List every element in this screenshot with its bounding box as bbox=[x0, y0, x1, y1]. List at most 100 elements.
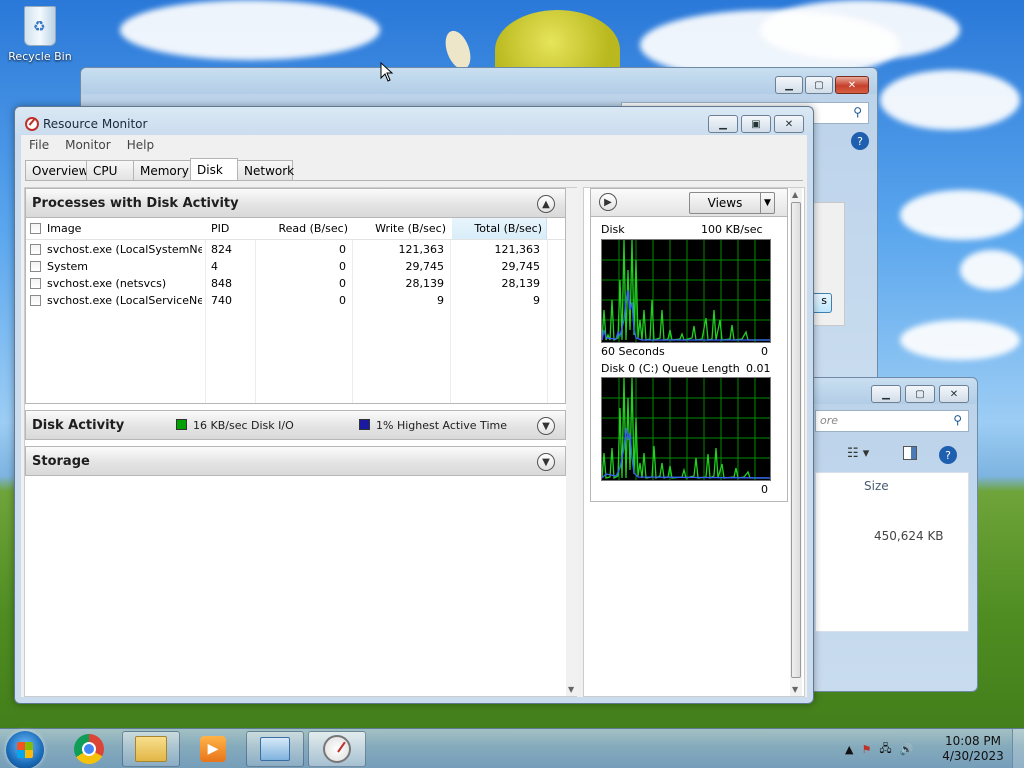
disk-graph-time-label: 60 Seconds bbox=[601, 345, 665, 358]
close-button[interactable]: ✕ bbox=[835, 76, 869, 94]
column-header-total[interactable]: Total (B/sec) bbox=[454, 218, 542, 239]
collapse-chevron-icon[interactable]: ▲ bbox=[537, 195, 555, 213]
row-image: System bbox=[47, 260, 89, 273]
select-all-checkbox[interactable] bbox=[30, 223, 41, 234]
column-header-image[interactable]: Image bbox=[30, 218, 200, 239]
preview-pane-icon[interactable] bbox=[903, 446, 917, 460]
cloud bbox=[880, 70, 1020, 130]
system-tray: ▲ ⚑ 🖧 🔊 bbox=[845, 729, 913, 768]
row-pid: 848 bbox=[211, 277, 232, 290]
maximize-button[interactable]: ▢ bbox=[805, 76, 833, 94]
table-row[interactable]: svchost.exe (netsvcs) 848 0 28,139 28,13… bbox=[26, 275, 565, 292]
row-total: 28,139 bbox=[501, 277, 541, 290]
row-write: 29,745 bbox=[405, 260, 445, 273]
column-header-read[interactable]: Read (B/sec) bbox=[258, 218, 348, 239]
table-row[interactable]: svchost.exe (LocalSystemNet... 824 0 121… bbox=[26, 241, 565, 258]
network-icon[interactable]: 🖧 bbox=[879, 740, 891, 759]
window-body: File Monitor Help Overview CPU Memory Di… bbox=[21, 135, 807, 697]
file-list: Size 450,624 KB bbox=[815, 472, 969, 632]
tab-memory[interactable]: Memory bbox=[133, 160, 191, 180]
menu-file[interactable]: File bbox=[29, 138, 49, 152]
storage-section-header[interactable]: Storage ▼ bbox=[25, 446, 566, 476]
expand-chevron-icon[interactable]: ▼ bbox=[537, 417, 555, 435]
search-icon: ⚲ bbox=[953, 413, 962, 427]
help-icon[interactable]: ? bbox=[939, 446, 957, 464]
tab-cpu[interactable]: CPU bbox=[86, 160, 134, 180]
close-button[interactable]: ✕ bbox=[939, 385, 969, 403]
taskbar-resource-monitor[interactable] bbox=[308, 731, 366, 767]
show-desktop-button[interactable] bbox=[1012, 729, 1024, 768]
queue-graph-scale: 0.01 bbox=[746, 362, 771, 375]
table-row[interactable]: svchost.exe (LocalServiceNet... 740 0 9 … bbox=[26, 292, 565, 309]
disk-graph-svg bbox=[601, 239, 770, 342]
clock[interactable]: 10:08 PM 4/30/2023 bbox=[940, 734, 1006, 764]
disk-io-legend-icon bbox=[176, 419, 187, 430]
search-box[interactable]: ore ⚲ bbox=[815, 410, 969, 432]
views-dropdown-icon[interactable]: ▼ bbox=[760, 193, 774, 213]
minimize-button[interactable]: ▁ bbox=[871, 385, 901, 403]
cloud bbox=[120, 0, 380, 60]
taskbar-chrome[interactable] bbox=[60, 731, 118, 767]
views-label: Views bbox=[707, 196, 743, 210]
row-write: 28,139 bbox=[405, 277, 445, 290]
disk-activity-section-header[interactable]: Disk Activity 16 KB/sec Disk I/O 1% High… bbox=[25, 410, 566, 440]
disk-io-label: 16 KB/sec Disk I/O bbox=[193, 419, 294, 432]
volume-icon[interactable]: 🔊 bbox=[900, 743, 914, 756]
processes-section-header[interactable]: Processes with Disk Activity ▲ bbox=[25, 188, 566, 218]
background-window-folder[interactable]: ▁ ▢ ✕ ore ⚲ ☷ ▾ ? Size 450,624 KB bbox=[808, 377, 978, 692]
scroll-up-icon[interactable]: ▲ bbox=[792, 190, 798, 199]
size-column-header[interactable]: Size bbox=[864, 479, 889, 493]
show-hidden-icons-icon[interactable]: ▲ bbox=[845, 743, 853, 756]
taskbar-control-panel[interactable] bbox=[246, 731, 304, 767]
table-row[interactable]: System 4 0 29,745 29,745 bbox=[26, 258, 565, 275]
menu-help[interactable]: Help bbox=[127, 138, 154, 152]
menu-bar: File Monitor Help bbox=[21, 135, 807, 155]
queue-length-graph bbox=[601, 377, 771, 481]
menu-monitor[interactable]: Monitor bbox=[65, 138, 111, 152]
wallpaper-leaf bbox=[440, 27, 476, 73]
scroll-down-icon[interactable]: ▼ bbox=[568, 685, 574, 694]
view-options-icon[interactable]: ☷ ▾ bbox=[847, 446, 869, 461]
taskbar-explorer[interactable] bbox=[122, 731, 180, 767]
graphs-scrollbar[interactable]: ▲ ▼ bbox=[790, 188, 802, 696]
maximize-button[interactable]: ▣ bbox=[741, 115, 771, 133]
row-checkbox[interactable] bbox=[30, 278, 41, 289]
minimize-button[interactable]: ▁ bbox=[775, 76, 803, 94]
row-checkbox[interactable] bbox=[30, 295, 41, 306]
media-player-icon: ▶ bbox=[200, 736, 226, 762]
views-button[interactable]: Views ▼ bbox=[689, 192, 775, 214]
minimize-button[interactable]: ▁ bbox=[708, 115, 738, 133]
cloud bbox=[760, 0, 960, 60]
expand-chevron-icon[interactable]: ▼ bbox=[537, 453, 555, 471]
active-time-legend-icon bbox=[359, 419, 370, 430]
help-icon[interactable]: ? bbox=[851, 132, 869, 150]
tab-overview[interactable]: Overview bbox=[25, 160, 89, 180]
recycle-bin[interactable]: Recycle Bin bbox=[8, 6, 72, 63]
row-write: 9 bbox=[437, 294, 444, 307]
search-icon: ⚲ bbox=[853, 105, 862, 119]
tab-divider bbox=[25, 180, 803, 181]
active-time-label: 1% Highest Active Time bbox=[376, 419, 507, 432]
recycle-bin-label: Recycle Bin bbox=[8, 50, 72, 63]
column-header-write[interactable]: Write (B/sec) bbox=[356, 218, 446, 239]
scrollbar-thumb[interactable] bbox=[791, 202, 801, 678]
close-button[interactable]: ✕ bbox=[774, 115, 804, 133]
resource-monitor-window[interactable]: Resource Monitor ▁ ▣ ✕ File Monitor Help… bbox=[14, 106, 814, 704]
maximize-button[interactable]: ▢ bbox=[905, 385, 935, 403]
expand-pane-chevron-icon[interactable]: ▶ bbox=[599, 193, 617, 211]
scroll-down-icon[interactable]: ▼ bbox=[792, 685, 798, 694]
queue-graph-svg bbox=[601, 377, 771, 480]
section-title: Processes with Disk Activity bbox=[32, 195, 239, 211]
disk-graph-scale: 100 KB/sec bbox=[701, 223, 763, 236]
left-pane-scrollbar[interactable]: ▼ bbox=[566, 188, 578, 696]
cloud bbox=[900, 320, 1020, 360]
row-checkbox[interactable] bbox=[30, 244, 41, 255]
start-button-windows-icon[interactable] bbox=[6, 731, 44, 768]
tab-network[interactable]: Network bbox=[237, 160, 294, 180]
action-center-flag-icon[interactable]: ⚑ bbox=[861, 743, 871, 756]
taskbar-media-player[interactable]: ▶ bbox=[184, 731, 242, 767]
column-header-pid[interactable]: PID bbox=[211, 218, 251, 239]
tab-disk[interactable]: Disk bbox=[190, 158, 238, 180]
row-checkbox[interactable] bbox=[30, 261, 41, 272]
search-placeholder: ore bbox=[820, 414, 839, 427]
